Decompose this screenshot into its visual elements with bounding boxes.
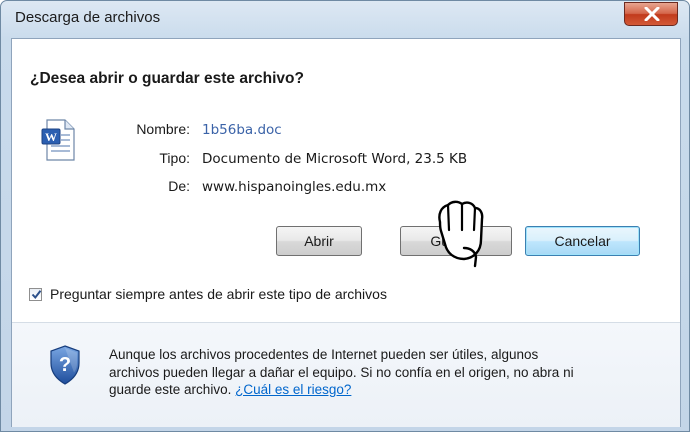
close-button[interactable] [624, 2, 678, 26]
file-name-label: Nombre: [136, 121, 190, 137]
download-dialog-window: Descarga de archivos ¿Desea abrir o guar… [0, 0, 690, 432]
checkmark-icon [31, 290, 42, 300]
hand-cursor-icon [438, 200, 484, 268]
window-title: Descarga de archivos [15, 9, 161, 26]
title-bar[interactable]: Descarga de archivos [1, 1, 689, 39]
shield-question-icon: ? [50, 345, 80, 385]
file-name-value: 1b56ba.doc [202, 122, 282, 138]
dialog-body: ¿Desea abrir o guardar este archivo? W N… [11, 38, 681, 427]
close-icon [644, 7, 660, 21]
cancel-button[interactable]: Cancelar [525, 226, 640, 256]
always-ask-label[interactable]: Preguntar siempre antes de abrir este ti… [50, 286, 387, 302]
warning-message: Aunque los archivos procedentes de Inter… [109, 346, 579, 399]
svg-text:?: ? [59, 354, 71, 376]
file-type-value: Documento de Microsoft Word, 23.5 KB [202, 151, 468, 167]
file-type-label: Tipo: [159, 150, 190, 166]
svg-text:W: W [45, 130, 57, 144]
dialog-question: ¿Desea abrir o guardar este archivo? [30, 70, 304, 87]
file-source-label: De: [168, 178, 190, 194]
open-button[interactable]: Abrir [276, 226, 362, 256]
always-ask-checkbox[interactable] [29, 288, 42, 301]
risk-link[interactable]: ¿Cuál es el riesgo? [235, 382, 351, 397]
file-source-value: www.hispanoingles.edu.mx [202, 179, 387, 195]
